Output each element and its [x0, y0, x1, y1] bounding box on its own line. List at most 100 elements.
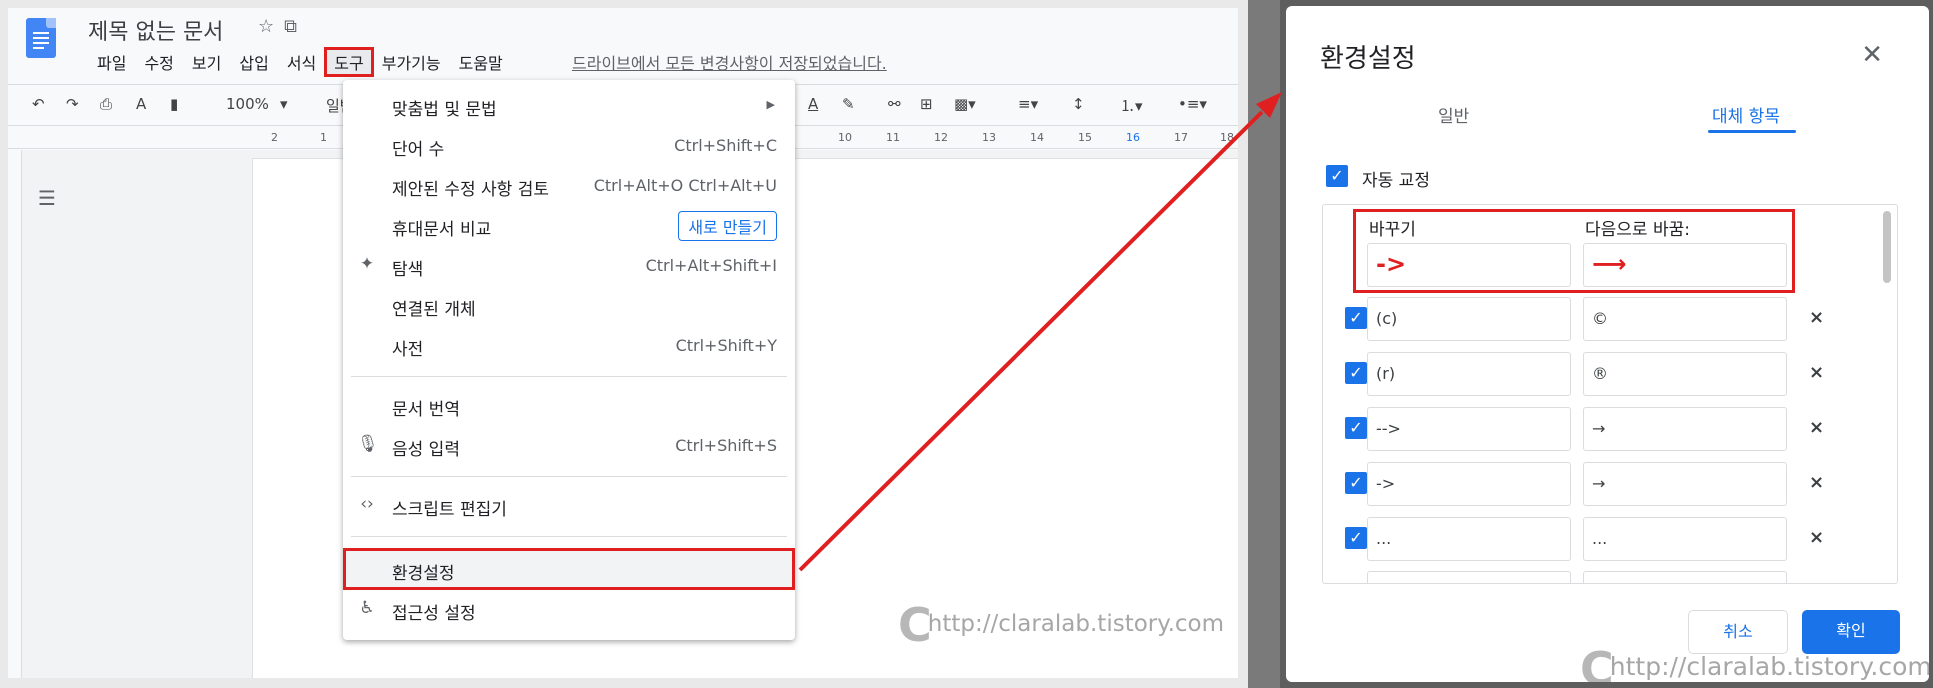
menu-item-script-editor[interactable]: ‹› 스크립트 편집기	[343, 486, 795, 524]
menu-tools[interactable]: 도구	[324, 47, 374, 77]
paint-format-icon[interactable]: ▮	[170, 95, 178, 113]
undo-icon[interactable]: ↶	[32, 95, 45, 113]
explore-icon: ✦	[359, 254, 375, 274]
menu-item-compare-documents[interactable]: 휴대문서 비교 새로 만들기	[343, 206, 795, 244]
replace-field[interactable]: (r)	[1367, 352, 1571, 396]
table-scrollbar[interactable]	[1883, 211, 1891, 283]
star-icon[interactable]: ☆	[258, 16, 274, 37]
menu-view[interactable]: 보기	[183, 48, 230, 76]
row-checkbox[interactable]: ✓	[1345, 527, 1367, 549]
document-outline-icon[interactable]: ☰	[38, 186, 62, 210]
menu-item-label: 맞춤법 및 문법	[392, 100, 497, 120]
menu-item-translate-document[interactable]: 문서 번역	[343, 386, 795, 424]
numbered-list-icon[interactable]: ⒈▾	[1120, 95, 1143, 116]
with-field[interactable]: ...	[1583, 517, 1787, 561]
menu-item-label: 사전	[392, 340, 424, 360]
menu-item-linked-objects[interactable]: 연결된 개체	[343, 286, 795, 324]
menu-item-accessibility[interactable]: ♿︎ 접근성 설정	[343, 590, 795, 628]
arrow-head	[1256, 92, 1282, 118]
save-status[interactable]: 드라이브에서 모든 변경사항이 저장되었습니다.	[572, 50, 887, 74]
docs-window: 제목 없는 문서 ☆ ⧉ 파일 수정 보기 삽입 서식 도구 부가기능 도움말 드…	[0, 0, 1248, 688]
zoom-select[interactable]: 100%	[226, 95, 269, 113]
delete-row-icon[interactable]: ×	[1809, 362, 1824, 383]
substitutions-table: 바꾸기 다음으로 바꿈: -> ⟶ ✓ (c) © × ✓ (r) ® × ✓ …	[1322, 204, 1898, 584]
menu-insert[interactable]: 삽입	[230, 48, 277, 76]
menu-edit[interactable]: 수정	[135, 48, 182, 76]
ruler-label: 15	[1078, 131, 1092, 144]
tab-general[interactable]: 일반	[1438, 102, 1469, 127]
menu-item-label: 탐색	[392, 260, 424, 280]
highlight-icon[interactable]: ✎	[842, 95, 855, 113]
delete-row-icon[interactable]: ×	[1809, 527, 1824, 548]
menu-item-label: 단어 수	[392, 140, 445, 160]
menu-help[interactable]: 도움말	[450, 48, 512, 76]
image-icon[interactable]: ▩▾	[954, 95, 976, 113]
text-color-icon[interactable]: A	[808, 95, 818, 113]
menu-format[interactable]: 서식	[278, 48, 325, 76]
autocorrect-label: 자동 교정	[1362, 171, 1430, 191]
row-checkbox[interactable]: ✓	[1345, 472, 1367, 494]
ruler-label: 12	[934, 131, 948, 144]
autocorrect-checkbox[interactable]: ✓	[1326, 165, 1348, 187]
zoom-chevron-down-icon[interactable]: ▾	[280, 95, 288, 113]
replace-field[interactable]: ...	[1367, 517, 1571, 561]
ruler-label: 18	[1220, 131, 1234, 144]
link-icon[interactable]: ⚯	[888, 95, 901, 113]
align-icon[interactable]: ≡▾	[1018, 95, 1038, 113]
replace-field[interactable]: (c)	[1367, 297, 1571, 341]
title-icons: ☆ ⧉	[258, 16, 307, 37]
with-field[interactable]: →	[1583, 407, 1787, 451]
watermark-text: http://claralab.tistory.com	[927, 611, 1225, 637]
row-checkbox[interactable]: ✓	[1345, 307, 1367, 329]
redo-icon[interactable]: ↷	[66, 95, 79, 113]
code-icon: ‹›	[360, 494, 374, 514]
menu-item-shortcut: Ctrl+Alt+Shift+I	[645, 256, 777, 275]
menu-item-explore[interactable]: ✦ 탐색 Ctrl+Alt+Shift+I	[343, 246, 795, 284]
new-with-input[interactable]: ⟶	[1583, 243, 1787, 287]
delete-row-icon[interactable]: ×	[1809, 472, 1824, 493]
ruler-label: 10	[838, 131, 852, 144]
replace-field[interactable]: ->	[1367, 462, 1571, 506]
with-field[interactable]: ©	[1583, 297, 1787, 341]
tab-substitutions[interactable]: 대체 항목	[1712, 102, 1780, 127]
spellcheck-icon[interactable]: A	[136, 95, 146, 113]
delete-row-icon[interactable]: ×	[1809, 307, 1824, 328]
bulleted-list-icon[interactable]: •≡▾	[1178, 95, 1207, 113]
menu-item-spelling-grammar[interactable]: 맞춤법 및 문법 ▶	[343, 86, 795, 124]
menu-addons[interactable]: 부가기능	[373, 48, 450, 76]
docs-logo-icon[interactable]	[26, 18, 56, 58]
close-icon[interactable]: ✕	[1861, 40, 1883, 70]
menu-item-voice-typing[interactable]: 🎙︎ 음성 입력 Ctrl+Shift+S	[343, 426, 795, 464]
menu-item-label: 문서 번역	[392, 400, 460, 420]
line-spacing-icon[interactable]: ↕	[1072, 95, 1085, 113]
delete-row-icon[interactable]: ×	[1809, 417, 1824, 438]
replace-field[interactable]	[1367, 571, 1571, 583]
with-field[interactable]	[1583, 571, 1787, 583]
vertical-ruler[interactable]	[8, 150, 22, 678]
new-replace-input[interactable]: ->	[1367, 243, 1571, 287]
watermark-text: http://claralab.tistory.com	[1609, 652, 1929, 681]
menu-file[interactable]: 파일	[88, 48, 135, 76]
with-field[interactable]: ®	[1583, 352, 1787, 396]
replace-field[interactable]: -->	[1367, 407, 1571, 451]
with-field[interactable]: →	[1583, 462, 1787, 506]
menu-item-dictionary[interactable]: 사전 Ctrl+Shift+Y	[343, 326, 795, 364]
ruler-label: 16	[1126, 131, 1140, 144]
menu-item-label: 음성 입력	[392, 440, 460, 460]
menu-item-review-suggested-edits[interactable]: 제안된 수정 사항 검토 Ctrl+Alt+O Ctrl+Alt+U	[343, 166, 795, 204]
ruler-label: 17	[1174, 131, 1188, 144]
document-title[interactable]: 제목 없는 문서	[88, 14, 223, 46]
menu-divider	[351, 376, 787, 377]
dialog-title: 환경설정	[1320, 44, 1416, 74]
menu-item-preferences[interactable]: 환경설정	[343, 548, 795, 590]
move-folder-icon[interactable]: ⧉	[284, 16, 297, 37]
row-checkbox[interactable]: ✓	[1345, 417, 1367, 439]
print-icon[interactable]: ⎙	[100, 95, 112, 113]
watermark: Chttp://claralab.tistory.com	[1580, 642, 1929, 682]
comment-icon[interactable]: ⊞	[920, 95, 933, 113]
watermark-logo-icon: C	[898, 598, 932, 652]
row-checkbox[interactable]: ✓	[1345, 362, 1367, 384]
menu-item-word-count[interactable]: 단어 수 Ctrl+Shift+C	[343, 126, 795, 164]
ruler-label: 2	[271, 131, 278, 144]
menu-item-label: 환경설정	[392, 564, 455, 584]
